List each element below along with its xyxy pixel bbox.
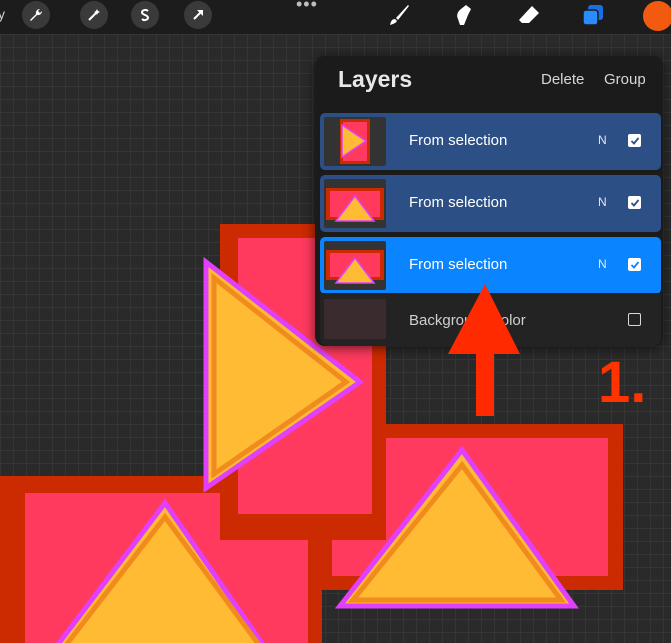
layer-name: From selection — [409, 256, 508, 273]
background-color-thumbnail — [324, 299, 386, 339]
group-button[interactable]: Group — [604, 71, 646, 88]
step-number-label: 1. — [598, 350, 647, 415]
visibility-checkbox[interactable] — [628, 134, 641, 147]
layer-thumbnail — [324, 241, 386, 290]
visibility-checkbox[interactable] — [628, 196, 641, 209]
delete-button[interactable]: Delete — [541, 71, 584, 88]
visibility-checkbox[interactable] — [628, 258, 641, 271]
layer-row[interactable]: From selection N — [320, 113, 661, 170]
layer-thumbnail — [324, 117, 386, 166]
layer-row[interactable]: From selection N — [320, 175, 661, 232]
layer-name: From selection — [409, 132, 508, 149]
blend-mode-button[interactable]: N — [598, 257, 607, 271]
blend-mode-button[interactable]: N — [598, 133, 607, 147]
layer-thumbnail — [324, 179, 386, 228]
layer-name: From selection — [409, 194, 508, 211]
checkmark-icon — [630, 136, 639, 145]
panel-title: Layers — [338, 66, 413, 92]
blend-mode-button[interactable]: N — [598, 195, 607, 209]
checkmark-icon — [630, 198, 639, 207]
visibility-checkbox[interactable] — [628, 313, 641, 326]
annotation-arrow-icon — [448, 284, 520, 416]
checkmark-icon — [630, 260, 639, 269]
